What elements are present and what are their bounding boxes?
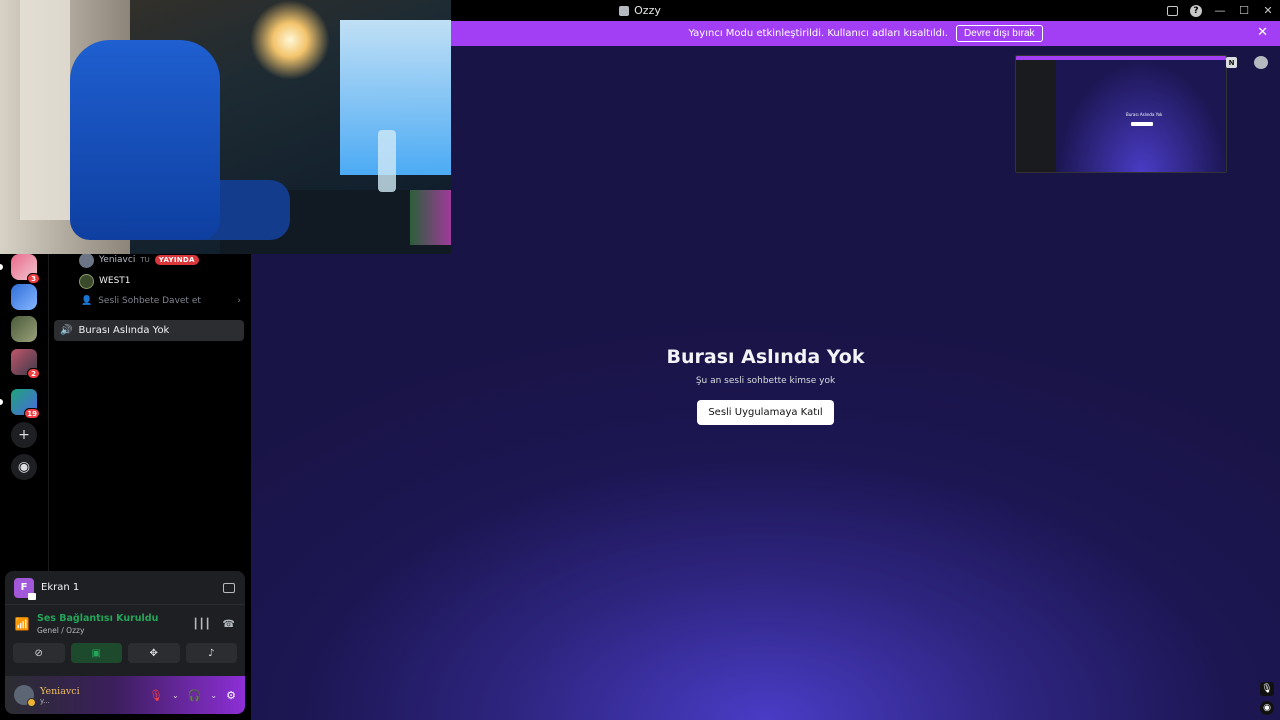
preview-corner-badge: N — [1226, 57, 1237, 68]
stage-subtitle: Şu an sesli sohbette kimse yok — [695, 376, 836, 386]
preview-title: Burası Aslında Yok — [1126, 112, 1163, 117]
camera-button[interactable]: ⊘ — [13, 643, 65, 663]
live-badge: YAYINDA — [154, 255, 199, 265]
connection-info: Ses Bağlantısı Kuruldu Genel / Ozzy — [37, 613, 158, 635]
voice-actions: ⊘ ▣ ✥ ♪ — [5, 643, 245, 663]
screen-share-active-icon: ▣ — [91, 647, 101, 659]
soundboard-button[interactable]: ♪ — [185, 643, 237, 663]
stage-title: Burası Aslında Yok — [666, 346, 865, 368]
cam-keyboard — [410, 190, 451, 245]
voice-member[interactable]: WEST1 — [79, 272, 131, 290]
mic-icon[interactable]: 🎙 — [1260, 682, 1274, 696]
unread-pill — [0, 399, 3, 405]
add-server-button[interactable]: + — [11, 422, 37, 448]
server-icon[interactable]: 3 — [11, 254, 40, 284]
join-voice-app-button[interactable]: Sesli Uygulamaya Katıl — [697, 400, 834, 425]
user-bar: Yeniavci y... 🎙 ⌄ 🎧 ⌄ ⚙ — [5, 676, 245, 714]
connection-row: 📶 Ses Bağlantısı Kuruldu Genel / Ozzy ┃┃… — [5, 605, 245, 643]
disconnect-icon[interactable]: ☎ — [223, 619, 235, 630]
server-folder[interactable]: 2 — [11, 349, 40, 379]
connection-controls: ┃┃┃ ☎ — [192, 619, 235, 630]
screen-share-icon: F — [14, 577, 36, 600]
soundboard-icon: ♪ — [208, 647, 215, 659]
server-icon[interactable] — [11, 284, 37, 310]
headphones-icon[interactable]: 🎧 — [188, 689, 202, 702]
mic-muted-icon[interactable]: 🎙 — [149, 689, 163, 702]
server-badge: 19 — [24, 408, 40, 419]
unread-pill — [0, 264, 3, 270]
help-icon: ? — [1190, 4, 1202, 17]
gear-icon[interactable]: ⚙ — [226, 689, 236, 702]
minimize-icon: — — [1214, 4, 1226, 17]
invite-label: Sesli Sohbete Davet et — [98, 296, 201, 306]
server-badge: 3 — [27, 273, 40, 284]
disable-streamer-mode-button[interactable]: Devre dışı bırak — [955, 25, 1043, 42]
speaker-icon: 🔊 — [60, 325, 73, 336]
webcam-overlay — [0, 0, 451, 254]
screen-share-row: F Ekran 1 — [5, 571, 245, 605]
chevron-right-icon: › — [237, 296, 241, 306]
close-window-button[interactable]: ✕ — [1256, 0, 1280, 21]
member-name: WEST1 — [99, 276, 131, 286]
help-button[interactable]: ? — [1184, 0, 1208, 21]
avatar — [79, 273, 94, 289]
member-tag: TU — [140, 256, 150, 264]
preview-sidebar — [1016, 60, 1056, 172]
user-controls: 🎙 ⌄ 🎧 ⌄ ⚙ — [149, 689, 236, 702]
stage-empty-state: Burası Aslında Yok Şu an sesli sohbette … — [251, 346, 1280, 425]
server-badge: 2 — [27, 368, 40, 379]
stream-preview[interactable]: Burası Aslında Yok — [1015, 55, 1227, 173]
window-title: Ozzy — [619, 4, 661, 17]
cam-bottle — [378, 130, 396, 192]
plus-icon: + — [18, 427, 30, 443]
maximize-button[interactable]: ☐ — [1232, 0, 1256, 21]
connection-location[interactable]: Genel / Ozzy — [37, 626, 158, 635]
activities-icon: ✥ — [149, 647, 158, 659]
avatar — [79, 252, 94, 268]
app-icon — [619, 5, 630, 16]
voice-channel-name: Burası Aslında Yok — [78, 325, 170, 336]
minimize-button[interactable]: — — [1208, 0, 1232, 21]
cam-chair — [70, 40, 220, 240]
connection-status: Ses Bağlantısı Kuruldu — [37, 613, 159, 624]
close-icon: ✕ — [1263, 4, 1273, 17]
chat-icon[interactable] — [1254, 56, 1268, 69]
stop-stream-icon[interactable] — [223, 582, 235, 593]
user-name: Yeniavci — [40, 685, 80, 697]
server-icon[interactable] — [11, 316, 37, 342]
activity-icon[interactable]: ◉ — [1260, 701, 1274, 715]
app-window: Ozzy ? — ☐ ✕ Yayıncı Modu etkinleştirild… — [0, 0, 1280, 720]
server-folder[interactable]: 19 — [11, 389, 40, 419]
user-info[interactable]: Yeniavci y... — [40, 686, 80, 705]
user-avatar[interactable] — [14, 685, 36, 707]
discover-button[interactable]: ◉ — [11, 454, 37, 480]
window-controls: ? — ☐ ✕ — [1160, 0, 1280, 21]
person-add-icon: 👤 — [81, 296, 93, 306]
screen-share-name: Ekran 1 — [41, 582, 80, 593]
noise-suppression-icon[interactable]: ┃┃┃ — [192, 619, 210, 630]
maximize-icon: ☐ — [1239, 4, 1249, 17]
inbox-icon — [1166, 5, 1178, 16]
streamer-mode-banner: Yayıncı Modu etkinleştirildi. Kullanıcı … — [451, 21, 1280, 46]
window-title-text: Ozzy — [634, 4, 661, 17]
preview-button — [1131, 122, 1153, 126]
banner-text: Yayıncı Modu etkinleştirildi. Kullanıcı … — [688, 28, 948, 39]
cam-door — [20, 0, 70, 220]
signal-icon[interactable]: 📶 — [14, 616, 30, 632]
compass-icon: ◉ — [17, 459, 31, 475]
camera-off-icon: ⊘ — [34, 647, 43, 659]
user-status: y... — [40, 696, 50, 705]
chevron-down-icon[interactable]: ⌄ — [210, 691, 217, 700]
chevron-down-icon[interactable]: ⌄ — [172, 691, 179, 700]
inbox-button[interactable] — [1160, 0, 1184, 21]
screen-share-button[interactable]: ▣ — [70, 643, 122, 663]
member-name: Yeniavci — [99, 255, 136, 265]
invite-to-voice[interactable]: 👤 Sesli Sohbete Davet et › — [81, 296, 241, 306]
banner-close-icon[interactable]: ✕ — [1257, 25, 1268, 40]
activities-button[interactable]: ✥ — [128, 643, 180, 663]
cam-lamp — [250, 0, 330, 80]
voice-channel[interactable]: 🔊 Burası Aslında Yok — [54, 320, 244, 341]
channel-list: Yeniavci TU YAYINDA WEST1 👤 Sesli Sohbet… — [48, 252, 250, 572]
